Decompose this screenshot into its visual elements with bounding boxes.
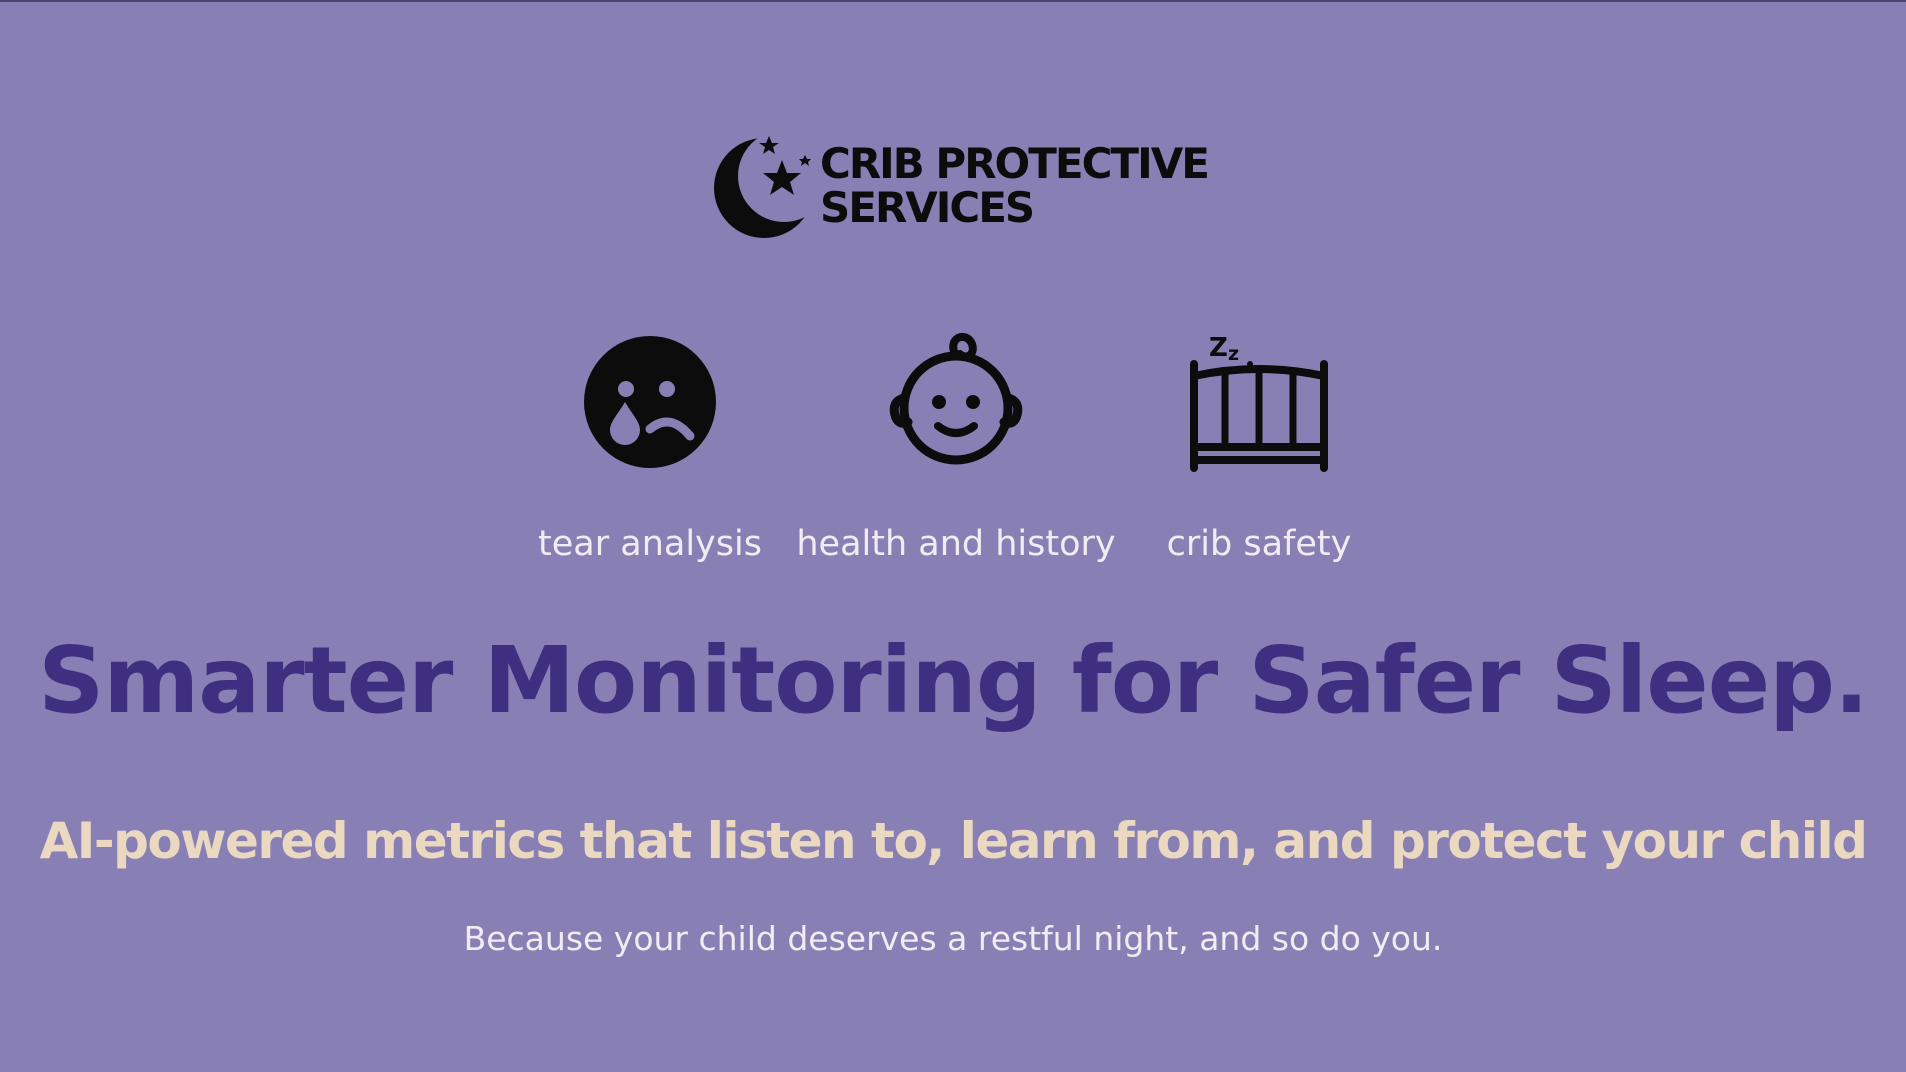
moon-stars-icon [714,136,814,238]
feature-tear-analysis[interactable]: tear analysis [538,332,762,564]
feature-health-history[interactable]: health and history [796,332,1116,564]
feature-crib-safety[interactable]: Z z crib safety [1167,332,1352,564]
brand-name-line2: SERVICES [820,183,1035,232]
crying-face-icon [584,336,716,468]
sleeping-crib-icon: Z z [1190,333,1328,472]
feature-label: tear analysis [538,524,762,564]
svg-text:z: z [1228,343,1239,365]
feature-label: health and history [796,524,1116,564]
hero-headline: Smarter Monitoring for Safer Sleep. [38,627,1869,734]
hero-subheadline: AI-powered metrics that listen to, learn… [39,812,1868,870]
brand-logo: CRIB PROTECTIVE SERVICES [712,132,1210,242]
feature-label: crib safety [1166,524,1352,564]
hero-tagline: Because your child deserves a restful ni… [463,919,1443,958]
brand-name-line1: CRIB PROTECTIVE [820,139,1210,188]
svg-text:Z: Z [1209,333,1228,363]
baby-face-icon [889,332,1023,465]
